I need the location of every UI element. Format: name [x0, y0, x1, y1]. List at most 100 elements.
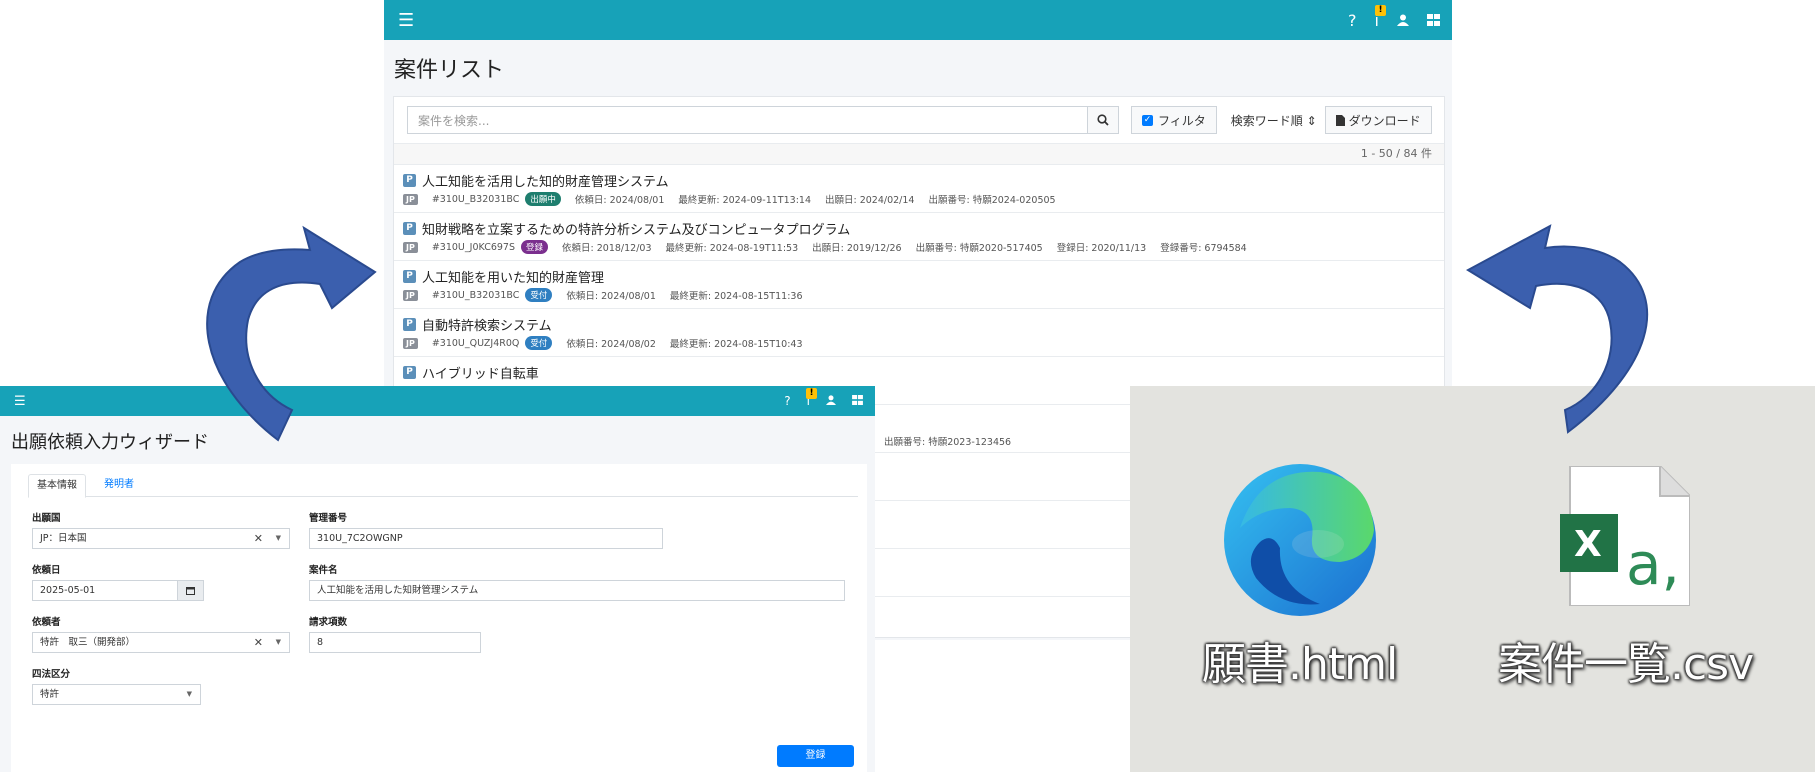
case-name-field[interactable]: 人工知能を活用した知財管理システム	[309, 580, 845, 601]
case-row[interactable]: P 人工知能を活用した知的財産管理システム JP #310U_B32031BC 出…	[394, 165, 1444, 213]
search-button[interactable]	[1087, 106, 1119, 134]
patent-type-icon: P	[403, 270, 416, 283]
chevron-down-icon[interactable]: ▼	[276, 529, 281, 548]
meta-field: 出願番号: 特願2023-123456	[884, 437, 1012, 448]
patent-type-icon: P	[403, 174, 416, 187]
case-id: #310U_B32031BC	[431, 193, 520, 205]
status-badge: 登録	[521, 240, 549, 254]
meta-field: 最終更新: 2024-09-11T13:14	[678, 195, 811, 206]
case-row[interactable]: P 自動特許検索システム JP #310U_QUZJ4R0Q 受付 依頼日: 20…	[394, 309, 1444, 357]
svg-text:a,: a,	[1626, 530, 1680, 598]
country-badge: JP	[403, 289, 418, 301]
file-label-html[interactable]: 願書.html	[1202, 628, 1398, 692]
clear-icon[interactable]: ✕	[254, 633, 263, 652]
meta-field: 最終更新: 2024-08-15T11:36	[669, 291, 803, 302]
case-name-value: 人工知能を活用した知財管理システム	[317, 585, 479, 596]
search-icon	[1097, 114, 1109, 126]
meta-field: 依頼日: 2024/08/01	[566, 291, 656, 302]
sort-label: 検索ワード順	[1230, 113, 1303, 128]
help-icon[interactable]: ?	[784, 394, 790, 408]
status-badge: 受付	[525, 288, 553, 302]
status-badge: 受付	[525, 336, 553, 350]
meta-field: 依頼日: 2018/12/03	[562, 243, 652, 254]
meta-field: 最終更新: 2024-08-15T10:43	[669, 339, 803, 350]
meta-field: 出願番号: 特願2020-517405	[915, 243, 1043, 254]
page-title: 案件リスト	[394, 58, 505, 83]
wizard-tabs: 基本情報 発明者	[28, 474, 858, 498]
country-badge: JP	[403, 241, 418, 253]
case-title[interactable]: 人工知能を用いた知的財産管理	[422, 267, 604, 286]
user-icon[interactable]	[826, 394, 836, 408]
search-toolbar: 案件を検索... ✓ フィルタ 検索ワード順 ⇕ ダウンロード	[407, 106, 1432, 134]
requester-label: 依頼者	[32, 617, 61, 628]
case-title[interactable]: 知財戦略を立案するための特許分析システム及びコンピュータプログラム	[422, 219, 850, 238]
patent-type-icon: P	[403, 318, 416, 331]
user-icon[interactable]	[1397, 11, 1409, 30]
claims-field[interactable]: 8	[309, 632, 481, 653]
help-icon[interactable]: ?	[1348, 11, 1357, 30]
tab-inventors[interactable]: 発明者	[96, 474, 142, 496]
download-label: ダウンロード	[1348, 113, 1421, 128]
case-name-label: 案件名	[309, 565, 338, 576]
mgmt-no-field[interactable]: 310U_7C2OWGNP	[309, 528, 663, 549]
calendar-icon	[186, 587, 195, 595]
meta-field: 依頼日: 2024/08/02	[566, 339, 656, 350]
chevron-down-icon[interactable]: ▼	[187, 685, 192, 704]
case-id: #310U_B32031BC	[431, 289, 520, 301]
tab-basic-info[interactable]: 基本情報	[28, 474, 86, 498]
case-title[interactable]: ハイブリッド自転車	[422, 363, 539, 382]
page-title: 出願依頼入力ウィザード	[11, 432, 209, 453]
calendar-button[interactable]	[177, 580, 204, 601]
patent-type-icon: P	[403, 222, 416, 235]
claims-value: 8	[317, 637, 324, 648]
register-button[interactable]: 登録	[777, 745, 854, 767]
case-title[interactable]: 人工知能を活用した知的財産管理システム	[422, 171, 669, 190]
status-badge: 出願中	[525, 192, 561, 206]
info-icon[interactable]: i!	[1375, 4, 1386, 30]
country-value: JP：日本国	[40, 533, 87, 544]
notification-badge: !	[806, 388, 817, 399]
file-label-csv[interactable]: 案件一覧.csv	[1498, 628, 1754, 692]
category-value: 特許	[40, 689, 60, 700]
edge-browser-icon[interactable]	[1220, 458, 1380, 622]
requester-select[interactable]: 特許 取三（開発部） ✕ ▼	[32, 632, 290, 653]
mgmt-no-value: 310U_7C2OWGNP	[317, 533, 403, 544]
chevron-down-icon[interactable]: ▼	[276, 633, 281, 652]
category-label: 四法区分	[32, 669, 71, 680]
case-id: #310U_J0KC697S	[431, 241, 515, 253]
menu-icon[interactable]: ☰	[384, 10, 414, 31]
meta-field: 出願日: 2024/02/14	[825, 195, 915, 206]
request-date-field[interactable]: 2025-05-01	[32, 580, 178, 601]
claims-label: 請求項数	[309, 617, 348, 628]
country-badge: JP	[403, 337, 418, 349]
info-icon[interactable]: i!	[806, 388, 817, 408]
meta-field: 依頼日: 2024/08/01	[574, 195, 665, 206]
case-row[interactable]: P 人工知能を用いた知的財産管理 JP #310U_B32031BC 受付 依頼日…	[394, 261, 1444, 309]
case-title[interactable]: 自動特許検索システム	[422, 315, 552, 334]
requester-value: 特許 取三（開発部）	[40, 637, 136, 648]
svg-text:X: X	[1574, 524, 1602, 565]
notification-badge: !	[1375, 4, 1386, 16]
meta-field: 最終更新: 2024-08-19T11:53	[665, 243, 799, 254]
patent-type-icon: P	[403, 366, 416, 379]
filter-toggle[interactable]: ✓ フィルタ	[1131, 106, 1217, 134]
excel-csv-icon[interactable]: X a,	[1560, 465, 1691, 610]
apps-grid-icon[interactable]	[852, 394, 863, 408]
checkbox-icon: ✓	[1142, 114, 1153, 126]
country-badge: JP	[403, 193, 418, 205]
sort-icon: ⇕	[1306, 113, 1317, 128]
file-icon	[1335, 114, 1345, 126]
country-select[interactable]: JP：日本国 ✕ ▼	[32, 528, 290, 549]
wizard-card: 基本情報 発明者 出願国 JP：日本国 ✕ ▼ 管理番号 310U_7C2OWG…	[11, 464, 867, 772]
category-select[interactable]: 特許 ▼	[32, 684, 201, 705]
search-input[interactable]: 案件を検索...	[407, 106, 1087, 134]
clear-icon[interactable]: ✕	[254, 529, 263, 548]
case-id: #310U_QUZJ4R0Q	[431, 337, 520, 349]
download-button[interactable]: ダウンロード	[1324, 106, 1432, 134]
filing-wizard-window: ☰ ? i! 出願依頼入力ウィザード 基本情報 発明者 出願国 JP：日本国 ✕…	[0, 386, 875, 772]
sort-select[interactable]: 検索ワード順 ⇕	[1231, 112, 1317, 129]
menu-icon[interactable]: ☰	[0, 394, 26, 409]
apps-grid-icon[interactable]	[1427, 11, 1440, 30]
filter-label: フィルタ	[1158, 113, 1206, 128]
case-row[interactable]: P 知財戦略を立案するための特許分析システム及びコンピュータプログラム JP #3…	[394, 213, 1444, 261]
